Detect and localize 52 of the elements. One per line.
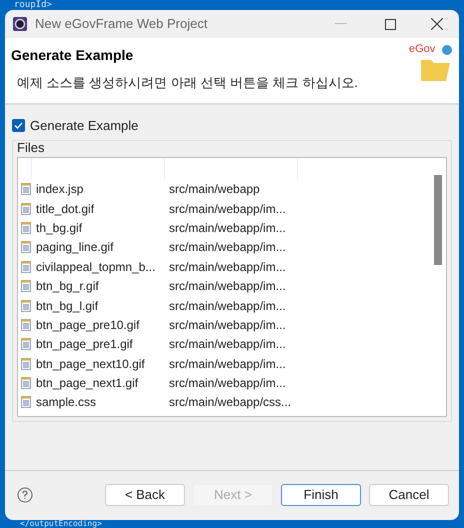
file-icon (21, 300, 31, 312)
file-name: btn_page_next1.gif (35, 375, 140, 392)
file-name: btn_page_pre1.gif (35, 336, 134, 354)
checkbox[interactable] (12, 119, 25, 132)
file-name: btn_bg_l.gif (35, 298, 100, 315)
file-path: src/main/webapp (168, 181, 261, 198)
file-path: src/main/webapp/im... (168, 375, 287, 392)
file-path: src/main/webapp/css... (168, 394, 292, 412)
file-icon (21, 241, 31, 254)
file-path: src/main/webapp/im... (168, 316, 287, 334)
maximize-icon[interactable] (385, 18, 396, 30)
close-icon[interactable] (431, 18, 443, 30)
checkbox-label: Generate Example (30, 117, 138, 135)
file-icon (21, 338, 31, 350)
file-path: src/main/webapp/im... (168, 298, 287, 315)
file-path: src/main/webapp/im... (168, 356, 287, 373)
help-icon[interactable] (17, 486, 33, 502)
file-name: btn_page_pre10.gif (35, 316, 140, 334)
header-title: Generate Example (11, 46, 134, 65)
file-name: sample.css (35, 394, 98, 412)
scrollbar-thumb[interactable] (434, 174, 442, 264)
file-name: btn_bg_r.gif (35, 278, 100, 296)
file-path: src/main/webapp/im... (168, 220, 287, 237)
file-icon (21, 396, 31, 408)
file-icon (21, 202, 31, 215)
file-path: src/main/webapp/im... (168, 336, 287, 354)
file-icon (21, 318, 31, 331)
dialog-button[interactable]: Cancel (369, 484, 449, 506)
window-title: New eGovFrame Web Project (35, 15, 208, 34)
file-name: paging_line.gif (35, 239, 114, 256)
header-description: 예제 소스를 생성하시려면 아래 선택 버튼을 체크 하십시오. (16, 74, 359, 92)
file-name: btn_page_next10.gif (35, 356, 146, 373)
file-icon (21, 222, 31, 234)
file-icon (21, 358, 31, 370)
dialog-button[interactable]: < Back (105, 484, 185, 506)
file-name: title_dot.gif (35, 200, 96, 218)
code-text: roupId> (13, 0, 52, 10)
file-name: th_bg.gif (35, 220, 84, 237)
file-icon (21, 280, 31, 292)
file-icon (21, 183, 31, 196)
file-path: src/main/webapp/im... (168, 239, 287, 256)
file-icon (21, 377, 31, 390)
group-label: Files (16, 140, 46, 154)
file-icon (21, 260, 31, 273)
dialog-button[interactable]: Finish (281, 484, 361, 506)
file-name: index.jsp (35, 181, 84, 198)
file-path: src/main/webapp/im... (168, 258, 287, 276)
app-icon (13, 17, 27, 31)
file-path: src/main/webapp/im... (168, 200, 287, 218)
file-path: src/main/webapp/im... (168, 278, 287, 296)
code-text: </outputEncoding> (20, 520, 102, 528)
file-name: civilappeal_topmn_b... (35, 258, 156, 276)
